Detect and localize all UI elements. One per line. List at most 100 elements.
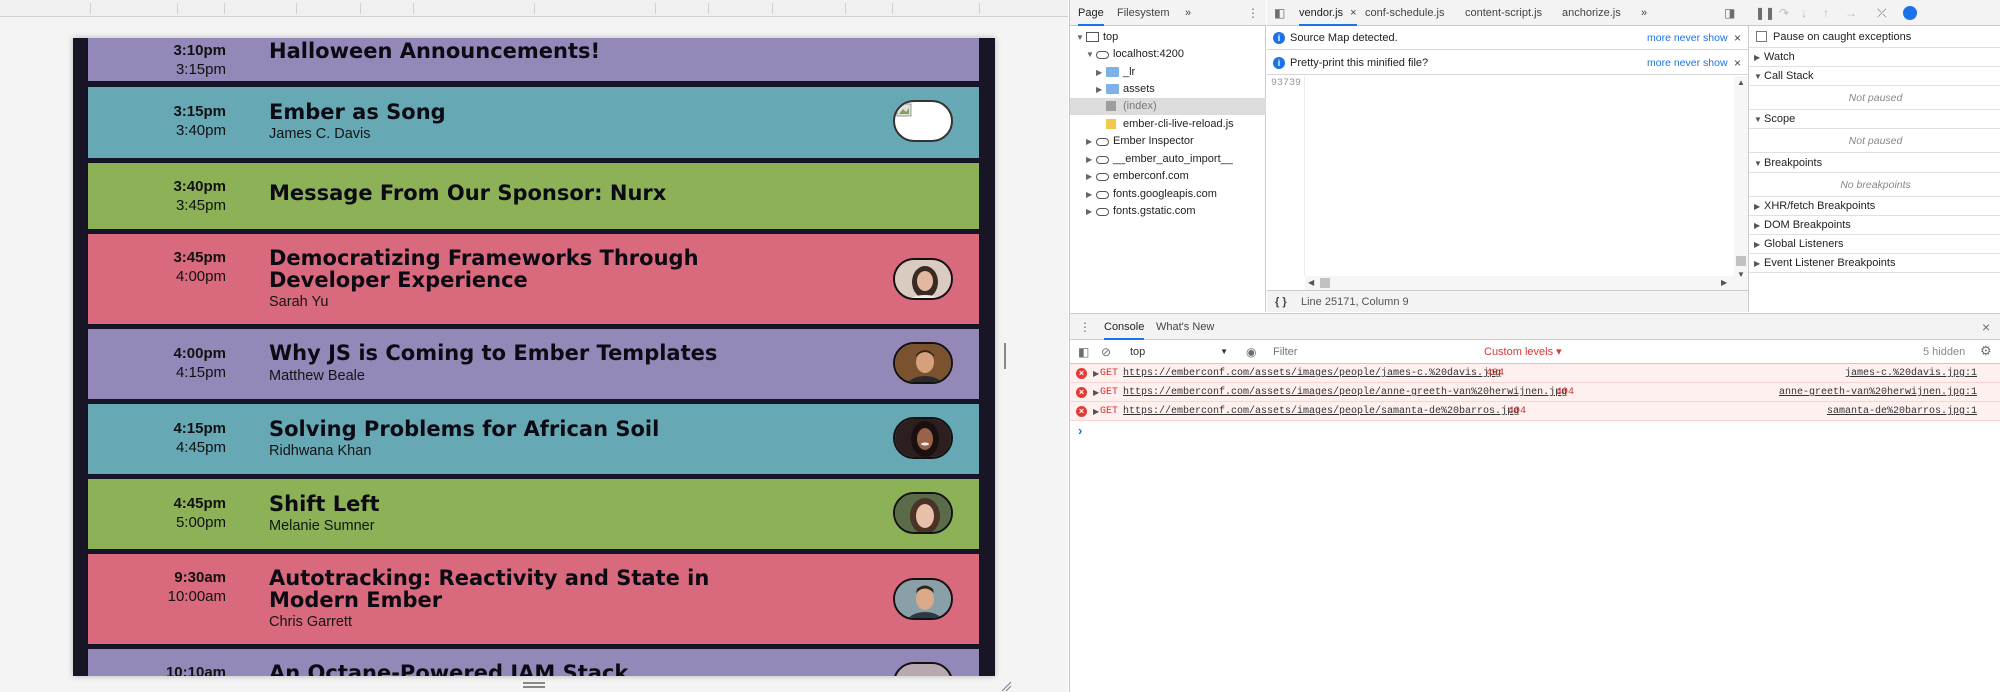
talk-row[interactable]: 4:45pm 5:00pm Shift Left Melanie Sumner	[87, 478, 980, 550]
expand-arrow-icon[interactable]: ▶	[1096, 81, 1102, 98]
section-event-listener-breakpoints[interactable]: ▶ Event Listener Breakpoints	[1749, 254, 2000, 273]
horizontal-scrollbar[interactable]: ◀ ▶	[1305, 276, 1734, 290]
section-call-stack[interactable]: ▼ Call Stack	[1749, 67, 2000, 86]
tree-item-top[interactable]: ▼ top	[1070, 29, 1266, 46]
gear-icon[interactable]: ⚙	[1980, 344, 1992, 358]
pretty-print-button[interactable]: { }	[1275, 291, 1287, 313]
sidebar-toggle-icon[interactable]: ◧	[1078, 345, 1089, 359]
tab-content-script-js[interactable]: content-script.js	[1465, 0, 1542, 26]
cursor-position: Line 25171, Column 9	[1301, 296, 1409, 308]
step-into-icon[interactable]: ↓	[1801, 6, 1807, 20]
tree-item-auto-import[interactable]: ▶ __ember_auto_import__	[1070, 151, 1266, 168]
close-icon[interactable]: ×	[1734, 26, 1741, 50]
close-icon[interactable]: ×	[1734, 51, 1741, 75]
more-tabs-button[interactable]: »	[1641, 0, 1647, 26]
clear-console-icon[interactable]: ⊘	[1101, 345, 1111, 359]
talk-row[interactable]: 10:10am An Octane-Powered JAM Stack	[87, 648, 980, 676]
tab-filesystem[interactable]: Filesystem	[1117, 0, 1170, 26]
more-never-show-link[interactable]: more never show	[1647, 26, 1728, 50]
console-filter-input[interactable]	[1273, 343, 1473, 361]
tab-vendor-js[interactable]: vendor.js ×	[1299, 0, 1357, 26]
talk-row[interactable]: 4:15pm 4:45pm Solving Problems for Afric…	[87, 403, 980, 475]
talk-time: 9:30am 10:00am	[167, 569, 226, 605]
navigator-tabstrip: Page Filesystem » ⋮	[1070, 0, 1266, 26]
tree-item-localhost[interactable]: ▼ localhost:4200	[1070, 46, 1266, 63]
tree-item-googleapis[interactable]: ▶ fonts.googleapis.com	[1070, 186, 1266, 203]
log-levels-dropdown[interactable]: Custom levels ▾	[1484, 343, 1562, 361]
vertical-scrollbar[interactable]: ▲ ▼	[1734, 76, 1748, 306]
expand-arrow-icon[interactable]: ▼	[1076, 29, 1084, 46]
request-url-link[interactable]: https://emberconf.com/assets/images/peop…	[1123, 364, 1501, 383]
expand-arrow-icon[interactable]: ▶	[1086, 168, 1092, 185]
tree-item-live-reload[interactable]: ember-cli-live-reload.js	[1070, 116, 1266, 133]
section-global-listeners[interactable]: ▶ Global Listeners	[1749, 235, 2000, 254]
expand-arrow-icon[interactable]: ▶	[1086, 203, 1092, 220]
tab-console[interactable]: Console	[1104, 314, 1145, 340]
tab-page[interactable]: Page	[1078, 0, 1104, 26]
source-link[interactable]: samanta-de%20barros.jpg:1	[1827, 402, 1977, 421]
talk-row[interactable]: 3:45pm 4:00pm Democratizing Frameworks T…	[87, 233, 980, 325]
tree-item-assets[interactable]: ▶ assets	[1070, 81, 1266, 98]
close-drawer-icon[interactable]: ×	[1982, 320, 1990, 334]
deactivate-breakpoints-icon[interactable]: ⤫	[1877, 6, 1887, 20]
section-scope[interactable]: ▼ Scope	[1749, 110, 2000, 129]
pause-on-caught-exceptions[interactable]: Pause on caught exceptions	[1749, 26, 2000, 48]
pause-on-exceptions-icon[interactable]	[1903, 6, 1917, 20]
tab-whats-new[interactable]: What's New	[1156, 314, 1214, 340]
request-url-link[interactable]: https://emberconf.com/assets/images/peop…	[1123, 402, 1519, 421]
expand-arrow-icon[interactable]: ▼	[1086, 46, 1094, 63]
console-error-row[interactable]: × ▶ GET https://emberconf.com/assets/ima…	[1070, 364, 2000, 383]
tree-item-ember-inspector[interactable]: ▶ Ember Inspector	[1070, 133, 1266, 150]
expand-arrow-icon[interactable]: ▶	[1093, 383, 1099, 402]
close-tab-icon[interactable]: ×	[1350, 7, 1356, 19]
request-url-link[interactable]: https://emberconf.com/assets/images/peop…	[1123, 383, 1567, 402]
talk-row[interactable]: 9:30am 10:00am Autotracking: Reactivity …	[87, 553, 980, 645]
expand-arrow-icon[interactable]: ▶	[1093, 402, 1099, 421]
toggle-debugger-icon[interactable]: ◨	[1724, 6, 1735, 20]
expand-arrow-icon[interactable]: ▶	[1096, 64, 1102, 81]
resize-corner-icon[interactable]	[1000, 677, 1012, 692]
pause-on-caught-checkbox[interactable]	[1756, 31, 1767, 42]
source-editor: i Source Map detected. more never show ×…	[1267, 26, 1748, 312]
step-over-icon[interactable]: ↷	[1779, 6, 1789, 20]
expand-arrow-icon[interactable]: ▶	[1086, 133, 1092, 150]
tree-item-gstatic[interactable]: ▶ fonts.gstatic.com	[1070, 203, 1266, 220]
expand-arrow-icon[interactable]: ▶	[1093, 364, 1099, 383]
more-never-show-link[interactable]: more never show	[1647, 51, 1728, 75]
step-out-icon[interactable]: ↑	[1823, 6, 1829, 20]
section-watch[interactable]: ▶ Watch	[1749, 48, 2000, 67]
console-error-row[interactable]: × ▶ GET https://emberconf.com/assets/ima…	[1070, 383, 2000, 402]
talk-row[interactable]: 3:10pm 3:15pm Halloween Announcements!	[87, 38, 980, 82]
live-expression-eye-icon[interactable]: ◉	[1246, 345, 1256, 359]
viewport-resize-handle[interactable]	[1002, 343, 1008, 369]
tab-anchorize-js[interactable]: anchorize.js	[1562, 0, 1621, 26]
source-link[interactable]: anne-greeth-van%20herwijnen.jpg:1	[1779, 383, 1977, 402]
kebab-menu-icon[interactable]: ⋮	[1247, 6, 1259, 20]
talk-row[interactable]: 4:00pm 4:15pm Why JS is Coming to Ember …	[87, 328, 980, 400]
tree-item-emberconf[interactable]: ▶ emberconf.com	[1070, 168, 1266, 185]
tree-item-index[interactable]: (index)	[1070, 98, 1266, 115]
section-dom-breakpoints[interactable]: ▶ DOM Breakpoints	[1749, 216, 2000, 235]
tree-item-lr[interactable]: ▶ _lr	[1070, 64, 1266, 81]
section-xhr-breakpoints[interactable]: ▶ XHR/fetch Breakpoints	[1749, 197, 2000, 216]
console-error-row[interactable]: × ▶ GET https://emberconf.com/assets/ima…	[1070, 402, 2000, 421]
step-icon[interactable]: →	[1845, 6, 1857, 20]
section-breakpoints[interactable]: ▼ Breakpoints	[1749, 154, 2000, 173]
more-tabs-button[interactable]: »	[1185, 0, 1191, 26]
talk-row[interactable]: 3:15pm 3:40pm Ember as Song James C. Dav…	[87, 86, 980, 159]
talk-row[interactable]: 3:40pm 3:45pm Message From Our Sponsor: …	[87, 162, 980, 230]
viewport-height-handle[interactable]	[523, 682, 545, 688]
toggle-navigator-icon[interactable]: ◧	[1274, 6, 1285, 20]
pause-icon[interactable]: ❚❚	[1755, 6, 1775, 20]
code-area[interactable]	[1306, 76, 1734, 276]
folder-icon	[1106, 67, 1119, 77]
expand-arrow-icon[interactable]: ▶	[1086, 151, 1092, 168]
line-gutter[interactable]: 93739	[1267, 76, 1305, 276]
tab-conf-schedule-js[interactable]: conf-schedule.js	[1365, 0, 1445, 26]
expand-arrow-icon[interactable]: ▶	[1086, 186, 1092, 203]
console-prompt[interactable]: ›	[1070, 421, 2000, 441]
context-selector[interactable]: top ▼	[1130, 343, 1232, 361]
kebab-menu-icon[interactable]: ⋮	[1079, 320, 1091, 334]
source-link[interactable]: james-c.%20davis.jpg:1	[1845, 364, 1977, 383]
expand-arrow-icon: ▶	[1754, 53, 1761, 62]
